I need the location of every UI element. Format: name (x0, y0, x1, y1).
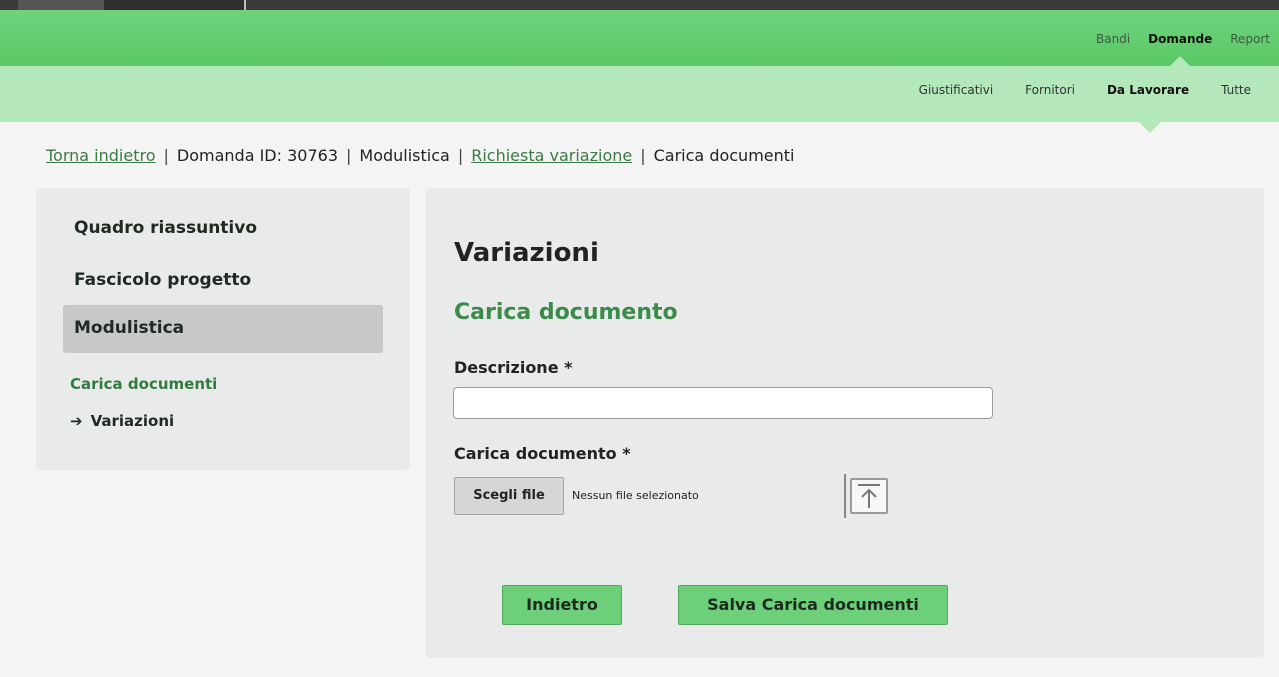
breadcrumb-current: Carica documenti (653, 146, 795, 165)
breadcrumb-domanda: Domanda ID: 30763 (176, 146, 338, 165)
upload-label: Carica documento * (454, 444, 631, 463)
sidebar-item-fascicolo-progetto[interactable]: Fascicolo progetto (74, 270, 251, 290)
breadcrumb: Torna indietro | Domanda ID: 30763 | Modulis… (46, 146, 794, 165)
breadcrumb-separator: | (163, 146, 169, 165)
secondary-nav: Giustificativi Fornitori Da Lavorare Tut… (0, 66, 1279, 133)
breadcrumb-separator: | (640, 146, 646, 165)
choose-file-button[interactable]: Scegli file (454, 477, 564, 515)
sidebar: Quadro riassuntivo Fascicolo progetto Mo… (36, 188, 410, 470)
arrow-right-icon: ➔ (70, 412, 83, 430)
nav-item-report[interactable]: Report (1221, 32, 1279, 46)
sidebar-item-quadro-riassuntivo[interactable]: Quadro riassuntivo (74, 218, 257, 238)
divider (844, 474, 846, 518)
breadcrumb-modulistica: Modulistica (359, 146, 450, 165)
description-label: Descrizione * (454, 358, 573, 377)
subnav-item-fornitori[interactable]: Fornitori (1009, 83, 1091, 97)
breadcrumb-separator: | (346, 146, 352, 165)
upload-button[interactable] (844, 474, 892, 518)
breadcrumb-richiesta-link[interactable]: Richiesta variazione (471, 146, 632, 165)
page-title: Variazioni (454, 238, 599, 268)
back-button[interactable]: Indietro (502, 585, 622, 625)
breadcrumb-back-link[interactable]: Torna indietro (46, 146, 156, 165)
primary-nav: Bandi Domande Report (0, 10, 1279, 66)
sidebar-item-label: Modulistica (74, 318, 185, 338)
nav-item-bandi[interactable]: Bandi (1087, 32, 1139, 46)
file-status-text: Nessun file selezionato (572, 489, 699, 502)
subnav-item-da-lavorare[interactable]: Da Lavorare (1091, 83, 1205, 133)
breadcrumb-separator: | (457, 146, 464, 165)
nav-item-domande[interactable]: Domande (1139, 32, 1221, 66)
subnav-item-giustificativi[interactable]: Giustificativi (903, 83, 1010, 97)
description-field[interactable] (453, 387, 993, 419)
sidebar-item-modulistica[interactable]: Modulistica (63, 305, 383, 353)
sidebar-section-carica-documenti[interactable]: Carica documenti (70, 375, 217, 393)
main-panel: Variazioni Carica documento Descrizione … (426, 188, 1264, 658)
upload-arrow-icon (850, 478, 888, 514)
subnav-item-tutte[interactable]: Tutte (1205, 83, 1267, 97)
sidebar-subitem-variazioni[interactable]: ➔ Variazioni (70, 412, 174, 430)
save-upload-button[interactable]: Salva Carica documenti (678, 585, 948, 625)
section-title: Carica documento (454, 300, 678, 325)
sidebar-subitem-label: Variazioni (90, 412, 175, 430)
